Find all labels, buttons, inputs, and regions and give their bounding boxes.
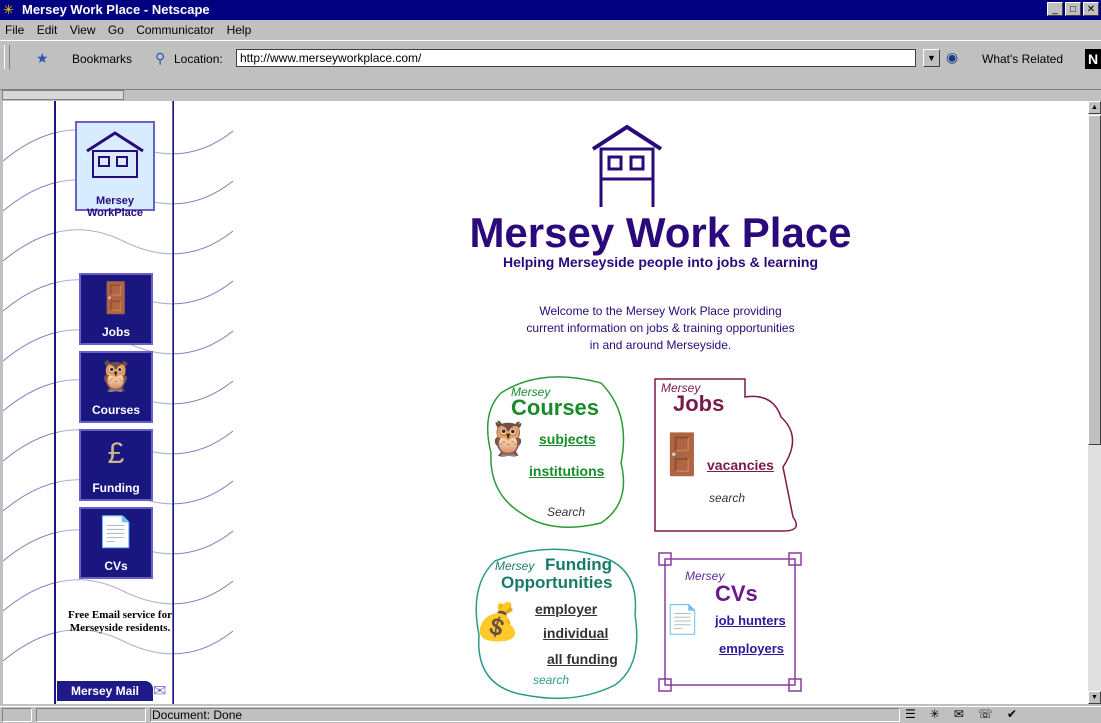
menu-edit[interactable]: Edit: [32, 20, 62, 37]
funding-search-link[interactable]: search: [533, 673, 569, 687]
whats-related-icon[interactable]: ◉: [946, 49, 958, 66]
netscape-app-icon: ✳: [3, 2, 14, 17]
jobs-vacancies-link[interactable]: vacancies: [707, 457, 774, 473]
nav-jobs-label: Jobs: [101, 325, 130, 339]
nav-jobs[interactable]: 🚪 Jobs: [79, 273, 153, 345]
free-email-text: Free Email service for Merseyside reside…: [68, 609, 172, 634]
location-label: Location:: [174, 52, 223, 66]
security-lock-icon[interactable]: [2, 708, 32, 722]
welcome-line-1: Welcome to the Mersey Work Place providi…: [539, 304, 782, 318]
courses-institutions-link[interactable]: institutions: [529, 463, 604, 479]
cvs-employers-link[interactable]: employers: [719, 641, 784, 656]
status-bar: Document: Done ☰✳✉☏✔: [0, 706, 1101, 723]
minimize-button[interactable]: _: [1047, 2, 1063, 16]
jobs-title: Jobs: [673, 391, 725, 416]
menu-file[interactable]: File: [0, 20, 28, 37]
funding-small-label: Mersey: [495, 559, 535, 573]
bookmarks-icon[interactable]: ★: [36, 50, 49, 67]
whats-related-button[interactable]: What's Related: [982, 52, 1063, 66]
welcome-line-2: current information on jobs & training o…: [526, 321, 795, 335]
jobs-panel: Mersey Jobs 🚪 vacancies search: [653, 377, 803, 533]
nav-funding-label: Funding: [92, 481, 140, 495]
nav-funding[interactable]: £ Funding: [79, 429, 153, 501]
site-tagline: Helping Merseyside people into jobs & le…: [502, 254, 819, 270]
funding-title-2: Opportunities: [501, 573, 613, 592]
courses-title: Courses: [511, 395, 600, 420]
cvs-title: CVs: [715, 581, 758, 606]
nav-courses-label: Courses: [91, 403, 141, 417]
welcome-text: Welcome to the Mersey Work Place providi…: [233, 303, 1088, 354]
collapsed-toolbar-tab[interactable]: [2, 90, 124, 100]
component-bar-icons[interactable]: ☰✳✉☏✔: [905, 707, 1031, 721]
toolbar-grip[interactable]: [4, 45, 10, 69]
jobs-search-link[interactable]: search: [709, 491, 745, 505]
sidebar: Mersey WorkPlace 🚪 Jobs 🦉 Courses £ Fund…: [3, 101, 233, 704]
vertical-scrollbar[interactable]: ▲ ▼: [1088, 101, 1101, 704]
cv-icon: 📄: [97, 516, 135, 549]
owl-icon: 🦉: [487, 420, 530, 458]
nav-cvs-label: CVs: [104, 559, 128, 573]
funding-individual-link[interactable]: individual: [543, 625, 608, 641]
main-content: Mersey Work Place Helping Merseyside peo…: [233, 101, 1088, 704]
mersey-mail-button[interactable]: Mersey Mail: [57, 681, 153, 701]
nav-courses[interactable]: 🦉 Courses: [79, 351, 153, 423]
cv-document-icon: 📄: [665, 604, 700, 635]
money-bag-icon: £: [107, 437, 125, 470]
menu-communicator[interactable]: Communicator: [131, 20, 218, 37]
scroll-down-arrow[interactable]: ▼: [1088, 691, 1101, 704]
funding-all-link[interactable]: all funding: [547, 651, 618, 667]
funding-employer-link[interactable]: employer: [535, 601, 597, 617]
site-title: Mersey Work Place: [469, 209, 852, 256]
netscape-logo[interactable]: N: [1085, 49, 1101, 69]
cvs-job-hunters-link[interactable]: job hunters: [715, 613, 786, 628]
door-person-icon: 🚪: [657, 433, 707, 477]
close-button[interactable]: ✕: [1083, 2, 1099, 16]
window-title: Mersey Work Place - Netscape: [22, 2, 210, 17]
tab-strip: [0, 89, 1101, 100]
menu-help[interactable]: Help: [222, 20, 256, 37]
menu-view[interactable]: View: [65, 20, 100, 37]
window-title-bar: ✳ Mersey Work Place - Netscape _ □ ✕: [0, 0, 1101, 20]
location-toolbar: ★ Bookmarks ⚲ Location: http://www.merse…: [0, 40, 1101, 90]
owl-icon: 🦉: [97, 360, 135, 393]
menu-bar: File Edit View Go Communicator Help: [0, 20, 1101, 40]
menu-go[interactable]: Go: [103, 20, 128, 37]
door-person-icon: 🚪: [97, 282, 135, 315]
bookmarks-button[interactable]: Bookmarks: [72, 52, 132, 66]
nav-cvs[interactable]: 📄 CVs: [79, 507, 153, 579]
courses-panel: Mersey Courses 🦉 subjects institutions S…: [481, 373, 631, 533]
envelope-icon[interactable]: ✉: [153, 681, 166, 701]
progress-panel: [36, 708, 146, 722]
maximize-button[interactable]: □: [1065, 2, 1081, 16]
sidebar-logo-label: Mersey WorkPlace: [86, 195, 144, 219]
url-dropdown-button[interactable]: ▼: [923, 49, 940, 67]
cvs-panel: Mersey CVs 📄 job hunters employers: [657, 551, 803, 693]
house-logo-icon: [591, 124, 663, 207]
status-text-panel: [150, 708, 900, 722]
url-field[interactable]: http://www.merseyworkplace.com/: [236, 49, 916, 67]
scroll-up-arrow[interactable]: ▲: [1088, 101, 1101, 114]
money-bag-icon: 💰: [475, 601, 520, 642]
page-content: Mersey WorkPlace 🚪 Jobs 🦉 Courses £ Fund…: [3, 101, 1088, 704]
welcome-line-3: in and around Merseyside.: [589, 338, 732, 352]
sidebar-logo[interactable]: Mersey WorkPlace: [75, 121, 155, 219]
location-icon: ⚲: [155, 50, 166, 66]
status-text: Document: Done: [152, 708, 243, 722]
scroll-thumb[interactable]: [1088, 115, 1101, 445]
courses-search-link[interactable]: Search: [547, 505, 585, 519]
courses-subjects-link[interactable]: subjects: [539, 431, 596, 447]
house-icon: [86, 131, 144, 178]
funding-title-1: Funding: [545, 555, 613, 574]
funding-panel: Mersey Funding Opportunities 💰 employer …: [465, 545, 645, 704]
